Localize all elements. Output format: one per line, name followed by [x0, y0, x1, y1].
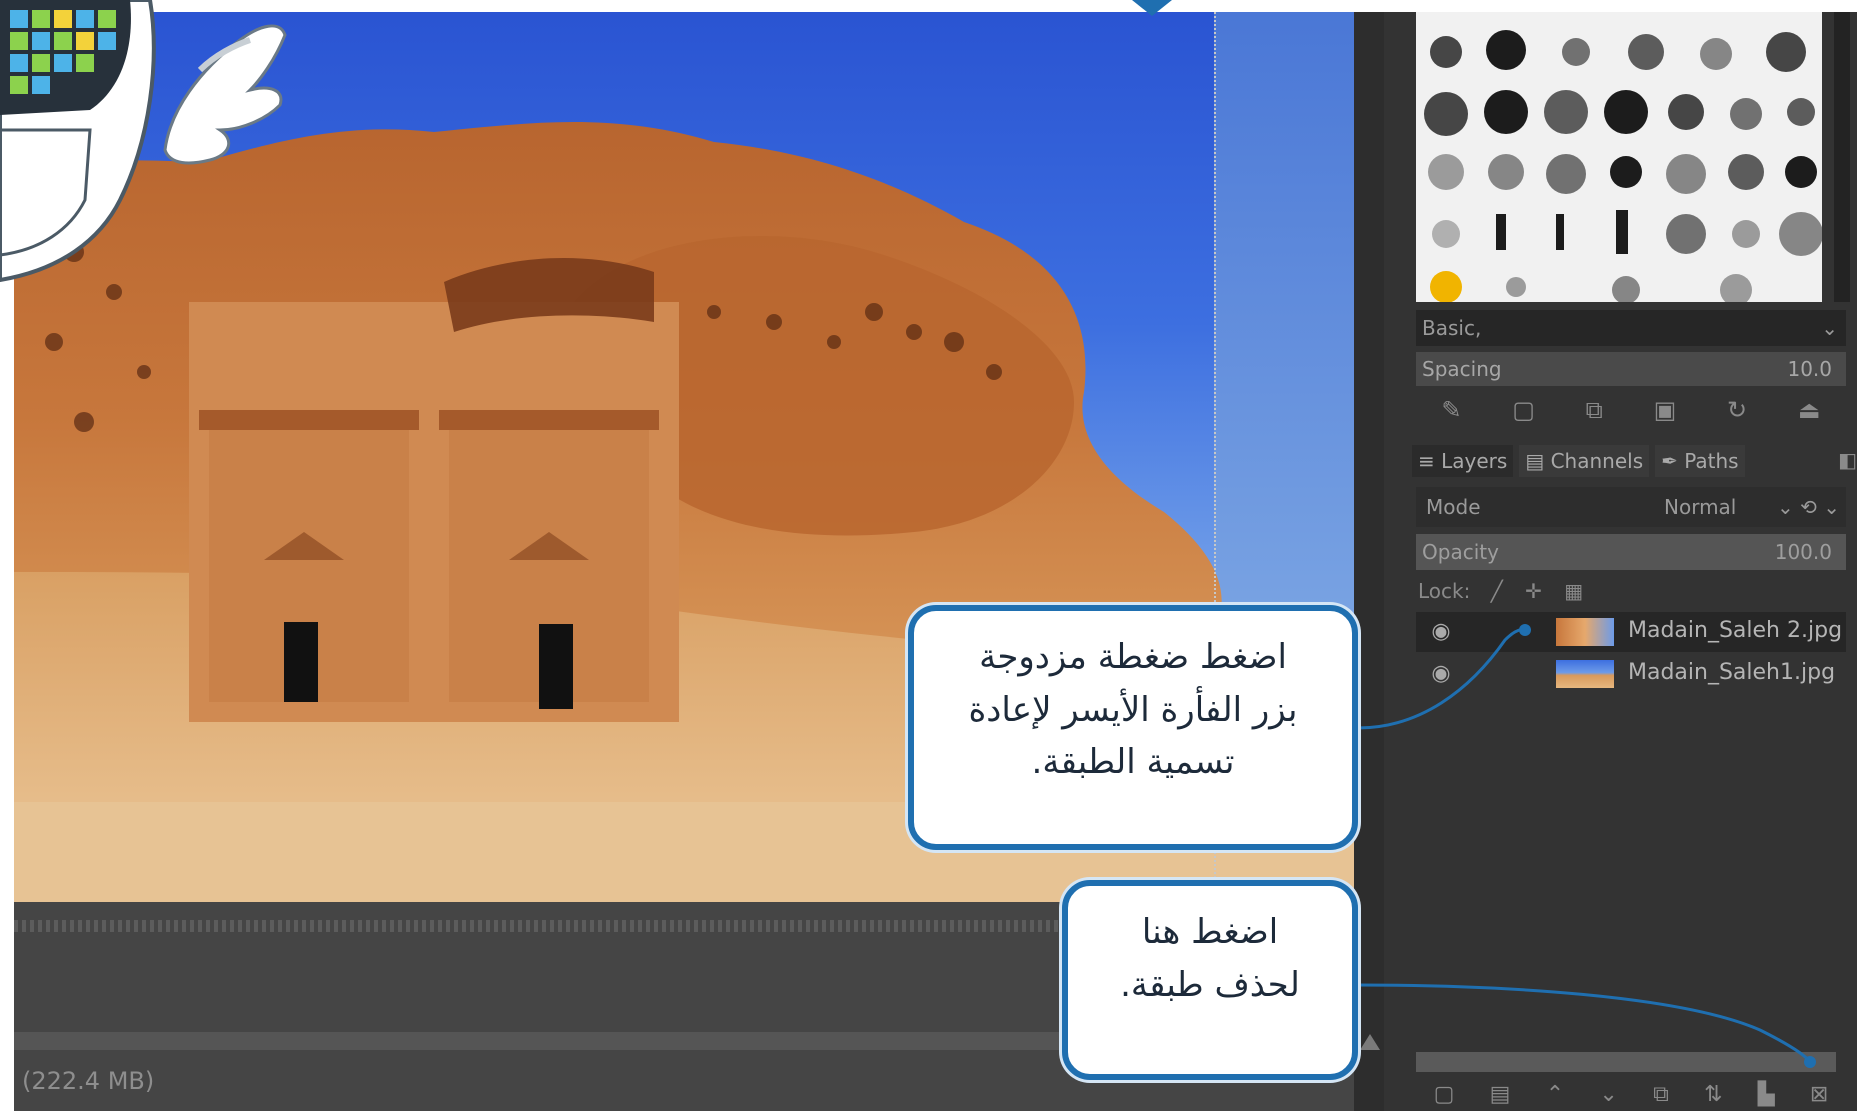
spacing-label: Spacing: [1422, 357, 1502, 381]
eye-icon[interactable]: ◉: [1426, 617, 1456, 647]
brushes-grid[interactable]: [1416, 12, 1822, 302]
callout-line: تسمية الطبقة.: [1031, 742, 1235, 783]
callout-line: اضغط ضغطة مزدوجة: [979, 637, 1287, 677]
layer-name: Madain_Saleh1.jpg: [1628, 660, 1836, 685]
layer-thumbnail: [1556, 618, 1614, 646]
new-layer-group-icon[interactable]: ▤: [1490, 1082, 1511, 1111]
new-layer-icon[interactable]: ▢: [1434, 1082, 1455, 1111]
brush-thumbnails: [1424, 30, 1822, 302]
new-brush-icon[interactable]: ▢: [1512, 396, 1535, 424]
tab-layers[interactable]: ≡ Layers: [1412, 445, 1514, 477]
chevron-down-icon: ⌄: [1821, 316, 1838, 340]
lock-position-icon[interactable]: ✛: [1525, 579, 1542, 603]
layer-thumbnail: [1556, 660, 1614, 688]
delete-brush-icon[interactable]: ▣: [1654, 396, 1677, 424]
open-brush-icon[interactable]: ⏏: [1798, 396, 1821, 424]
lock-label: Lock:: [1418, 579, 1471, 603]
callout-line: بزر الفأرة الأيسر لإعادة: [968, 689, 1298, 730]
layer-mode-select[interactable]: Mode Normal ⌄ ⟲ ⌄: [1416, 487, 1846, 527]
mask-layer-icon[interactable]: ▙: [1758, 1082, 1775, 1111]
delete-layer-icon[interactable]: ⊠: [1810, 1082, 1828, 1111]
lock-alpha-icon[interactable]: ▦: [1564, 579, 1583, 603]
brush-preset-select[interactable]: Basic, ⌄: [1416, 310, 1846, 346]
brush-actions: ✎ ▢ ⧉ ▣ ↻ ⏏: [1416, 390, 1846, 430]
mode-reset-icon[interactable]: ⌄ ⟲ ⌄: [1777, 487, 1840, 527]
tab-paths[interactable]: ✒ Paths: [1655, 445, 1745, 477]
edit-brush-icon[interactable]: ✎: [1441, 396, 1461, 424]
duplicate-brush-icon[interactable]: ⧉: [1586, 396, 1603, 424]
opacity-value: 100.0: [1774, 540, 1832, 564]
raise-layer-icon[interactable]: ⌃: [1546, 1082, 1564, 1111]
spacing-slider[interactable]: Spacing 10.0: [1416, 352, 1846, 386]
lock-options: Lock: ╱ ✛ ▦: [1416, 575, 1846, 607]
dock-tabs: ≡ Layers ▤ Channels ✒ Paths ◧: [1412, 442, 1857, 480]
layer-actions: ▢ ▤ ⌃ ⌄ ⧉ ⇅ ▙ ⊠: [1416, 1082, 1846, 1111]
layers-scrollbar[interactable]: [1416, 1052, 1836, 1072]
mode-label: Mode: [1426, 495, 1481, 519]
duplicate-layer-icon[interactable]: ⧉: [1653, 1082, 1669, 1111]
callout-line: اضغط هنا: [1141, 912, 1279, 952]
layer-name: Madain_Saleh 2.jpg: [1628, 618, 1843, 643]
eye-icon[interactable]: ◉: [1426, 659, 1456, 689]
scroll-up-arrow-icon[interactable]: [1360, 1034, 1380, 1050]
mascot-illustration: [0, 0, 287, 283]
tab-menu-icon[interactable]: ◧: [1838, 448, 1857, 472]
memory-status: (222.4 MB): [22, 1067, 155, 1095]
brush-preset-value: Basic,: [1422, 316, 1482, 340]
lock-pixels-icon[interactable]: ╱: [1491, 579, 1503, 603]
right-dock: Basic, ⌄ Spacing 10.0 ✎ ▢ ⧉ ▣ ↻ ⏏ ≡ Laye…: [1384, 12, 1857, 1111]
opacity-slider[interactable]: Opacity 100.0: [1416, 534, 1846, 570]
mode-value: Normal: [1664, 495, 1737, 519]
layer-row[interactable]: ◉ Madain_Saleh 2.jpg: [1416, 612, 1846, 652]
refresh-brushes-icon[interactable]: ↻: [1727, 396, 1747, 424]
merge-layer-icon[interactable]: ⇅: [1704, 1082, 1722, 1111]
lower-layer-icon[interactable]: ⌄: [1599, 1082, 1617, 1111]
layer-row[interactable]: ◉ Madain_Saleh1.jpg: [1416, 654, 1846, 694]
brushes-scrollbar[interactable]: [1834, 12, 1850, 302]
callout-line: لحذف طبقة.: [1120, 964, 1300, 1005]
rename-layer-callout: اضغط ضغطة مزدوجة بزر الفأرة الأيسر لإعاد…: [908, 605, 1358, 850]
tab-channels[interactable]: ▤ Channels: [1519, 445, 1650, 477]
dock-divider[interactable]: [1354, 12, 1384, 1111]
delete-layer-callout: اضغط هنا لحذف طبقة.: [1062, 880, 1358, 1080]
pointer-triangle: [1132, 0, 1172, 16]
opacity-label: Opacity: [1422, 540, 1499, 564]
spacing-value: 10.0: [1787, 357, 1832, 381]
